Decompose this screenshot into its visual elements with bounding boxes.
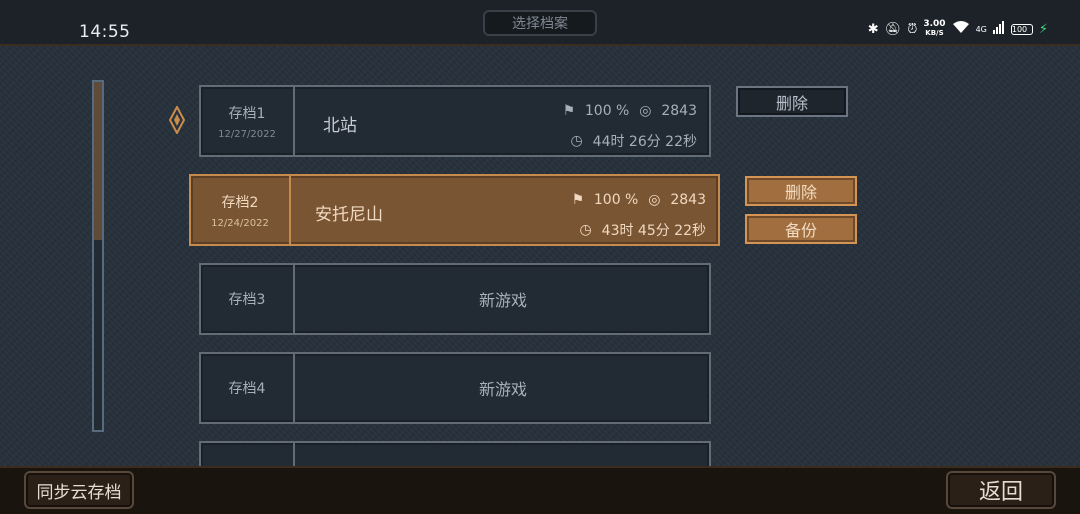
save-slot-2[interactable]: 存档2 12/24/2022 安托尼山 ⚑ 100 % ◎ 2843 ◷ 43时…	[189, 174, 720, 246]
slot-name: 存档3	[228, 292, 266, 308]
status-icons: ✱ 🔕︎ ⏰︎ 3.00 KB/S 4G 100 ⚡︎	[868, 20, 1048, 38]
playtime-row: ◷ 44时 26分 22秒	[561, 126, 697, 156]
flag-icon: ⚑	[571, 192, 585, 208]
slot-details: 新游戏	[297, 354, 709, 422]
slot-info: 存档2 12/24/2022	[191, 176, 291, 244]
back-button[interactable]: 返回	[946, 471, 1056, 509]
signal-label: 4G	[975, 24, 987, 34]
bottom-bar: 同步云存档 返回	[0, 466, 1080, 514]
slot-details: 新游戏	[297, 265, 709, 333]
slot-date: 12/27/2022	[218, 128, 276, 140]
slot-progress: 100 %	[584, 103, 630, 119]
save-slot-4[interactable]: 存档4 新游戏	[199, 352, 711, 424]
battery-level: 100	[1011, 24, 1028, 34]
top-bar: 14:55 选择档案 ✱ 🔕︎ ⏰︎ 3.00 KB/S 4G 100 ⚡︎	[0, 0, 1080, 46]
slot-info: 存档4	[201, 354, 295, 422]
slot-name: 存档4	[228, 381, 266, 397]
bluetooth-icon: ✱	[867, 21, 879, 37]
progress-coins-row: ⚑ 100 % ◎ 2843	[561, 96, 697, 126]
selected-marker-icon	[168, 104, 186, 140]
slot-coins: 2843	[670, 192, 706, 208]
net-speed: 3.00 KB/S	[923, 20, 945, 38]
slot-name: 存档2	[221, 194, 259, 211]
playtime-row: ◷ 43时 45分 22秒	[570, 215, 706, 245]
page-title: 选择档案	[483, 10, 597, 36]
status-time: 14:55	[79, 22, 131, 42]
coin-icon: ◎	[639, 103, 652, 119]
backup-slot-2-button[interactable]: 备份	[745, 214, 857, 244]
delete-slot-1-button[interactable]: 删除	[736, 86, 848, 117]
background-texture	[0, 0, 1080, 512]
save-slot-1[interactable]: 存档1 12/27/2022 北站 ⚑ 100 % ◎ 2843 ◷ 44时 2…	[199, 85, 711, 157]
progress-coins-row: ⚑ 100 % ◎ 2843	[570, 185, 706, 215]
save-list-scrollbar[interactable]	[92, 80, 104, 432]
slot-date: 12/24/2022	[211, 217, 269, 229]
wifi-icon	[952, 20, 970, 38]
slot-playtime: 44时 26分 22秒	[592, 134, 697, 150]
clock-icon: ◷	[579, 222, 592, 238]
slot-details: 北站 ⚑ 100 % ◎ 2843 ◷ 44时 26分 22秒	[297, 87, 709, 155]
battery-icon: 100	[1010, 23, 1033, 35]
net-speed-value: 3.00	[923, 19, 946, 29]
slot-playtime: 43时 45分 22秒	[601, 223, 706, 239]
slot-coins: 2843	[661, 103, 697, 119]
mute-icon: 🔕︎	[884, 21, 902, 37]
charging-icon: ⚡︎	[1038, 21, 1048, 37]
net-speed-unit: KB/S	[925, 29, 944, 37]
slot-name: 存档1	[228, 105, 266, 122]
flag-icon: ⚑	[562, 103, 576, 119]
signal-icon	[992, 20, 1005, 38]
new-game-label: 新游戏	[478, 380, 527, 399]
slot-info: 存档3	[201, 265, 295, 333]
alarm-icon: ⏰︎	[907, 21, 918, 37]
slot-stats: ⚑ 100 % ◎ 2843 ◷ 43时 45分 22秒	[570, 185, 706, 245]
slot-location: 北站	[323, 116, 357, 136]
slot-progress: 100 %	[593, 192, 639, 208]
delete-slot-2-button[interactable]: 删除	[745, 176, 857, 206]
cloud-sync-button[interactable]: 同步云存档	[24, 471, 134, 509]
slot-details: 安托尼山 ⚑ 100 % ◎ 2843 ◷ 43时 45分 22秒	[293, 176, 718, 244]
new-game-label: 新游戏	[478, 291, 527, 310]
clock-icon: ◷	[570, 133, 583, 149]
save-slot-3[interactable]: 存档3 新游戏	[199, 263, 711, 335]
scrollbar-thumb[interactable]	[94, 82, 102, 240]
slot-stats: ⚑ 100 % ◎ 2843 ◷ 44时 26分 22秒	[561, 96, 697, 156]
coin-icon: ◎	[648, 192, 661, 208]
slot-location: 安托尼山	[315, 205, 383, 225]
slot-info: 存档1 12/27/2022	[201, 87, 295, 155]
